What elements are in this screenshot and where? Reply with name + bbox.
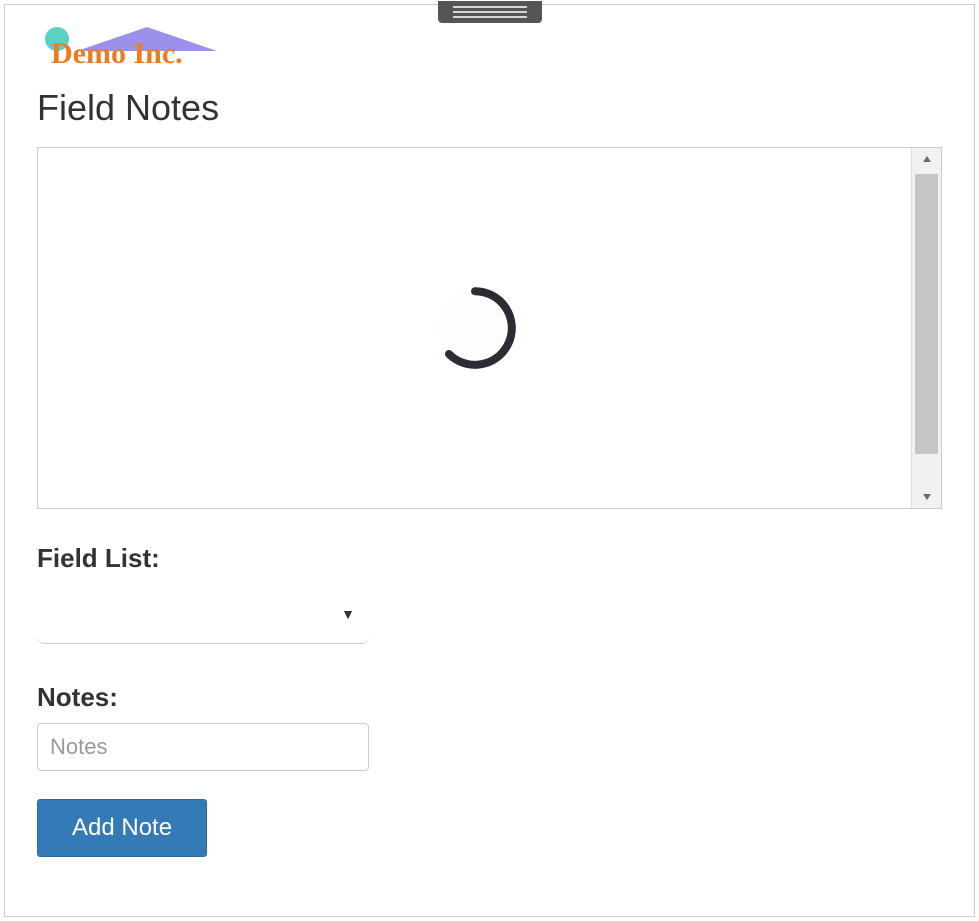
scroll-up-button[interactable]	[912, 148, 941, 170]
logo-icon: Demo Inc.	[37, 21, 233, 71]
map-area[interactable]	[38, 148, 911, 508]
notes-input[interactable]	[37, 723, 369, 771]
notes-label: Notes:	[37, 682, 942, 713]
drag-handle-bar-icon	[453, 11, 527, 13]
map-frame	[37, 147, 942, 509]
drag-handle-bar-icon	[453, 16, 527, 18]
drag-handle[interactable]	[438, 1, 542, 23]
scrollbar-track[interactable]	[912, 170, 941, 486]
drag-handle-bar-icon	[453, 6, 527, 8]
card: Demo Inc. Field Notes	[4, 4, 975, 917]
field-list-label: Field List:	[37, 543, 942, 574]
scrollbar[interactable]	[911, 148, 941, 508]
scrollbar-thumb[interactable]	[915, 174, 938, 454]
scroll-down-button[interactable]	[912, 486, 941, 508]
loading-spinner-icon	[427, 280, 523, 376]
logo: Demo Inc.	[37, 21, 942, 71]
page-title: Field Notes	[37, 87, 942, 129]
add-note-button[interactable]: Add Note	[37, 799, 207, 857]
form: Field List: ▼ Notes: Add Note	[37, 543, 942, 857]
chevron-down-icon: ▼	[341, 606, 355, 622]
svg-text:Demo Inc.: Demo Inc.	[51, 37, 183, 70]
field-list-select[interactable]: ▼	[37, 584, 369, 644]
